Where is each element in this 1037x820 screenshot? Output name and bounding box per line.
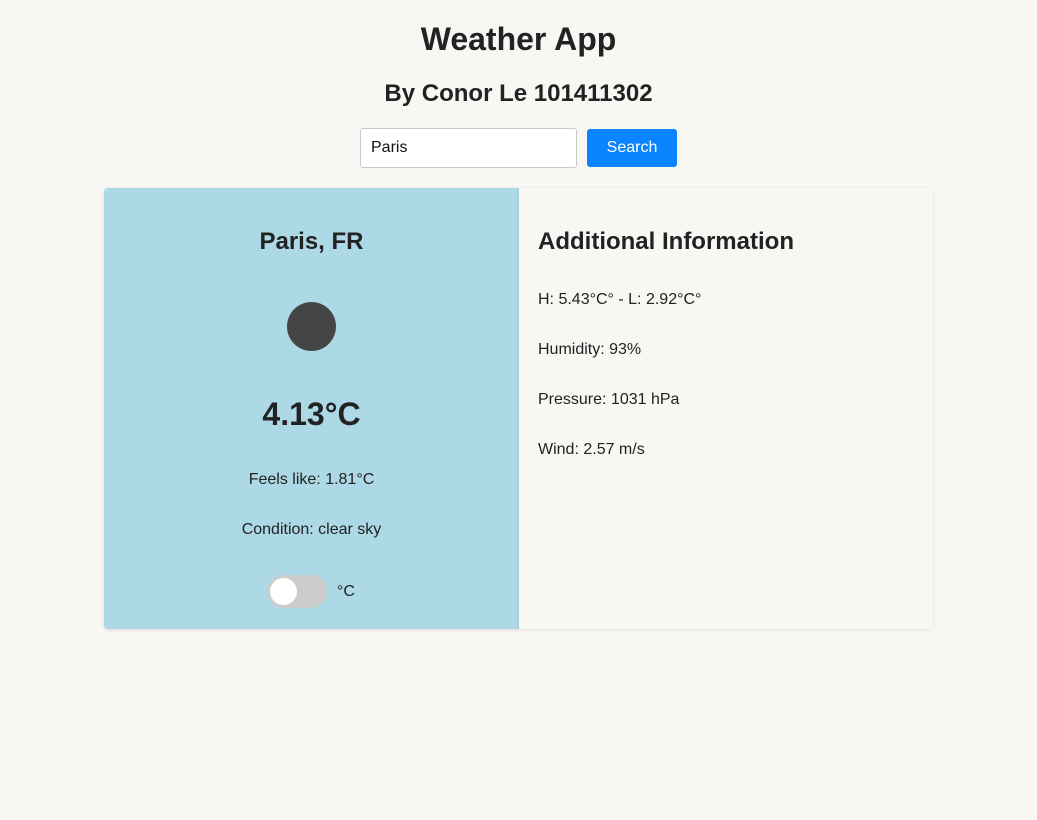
pressure-text: Pressure: 1031 hPa — [538, 391, 680, 408]
unit-label: °C — [337, 582, 355, 600]
search-button[interactable]: Search — [587, 129, 677, 167]
additional-info-title: Additional Information — [538, 228, 794, 255]
weather-app: Weather App By Conor Le 101411302 Search… — [0, 0, 1037, 820]
page-subtitle: By Conor Le 101411302 — [384, 80, 653, 107]
additional-info-card: Additional Information H: 5.43°C° - L: 2… — [519, 188, 933, 629]
unit-switch: °C — [267, 575, 355, 608]
high-low-text: H: 5.43°C° - L: 2.92°C° — [538, 291, 702, 308]
location-name: Paris, FR — [259, 228, 364, 255]
current-temperature: 4.13°C — [262, 396, 361, 432]
feels-like-text: Feels like: 1.81°C — [248, 471, 375, 488]
unit-toggle[interactable] — [267, 575, 327, 608]
weather-cards: Paris, FR 4.13°C Feels like: 1.81°C Cond… — [104, 188, 933, 629]
wind-text: Wind: 2.57 m/s — [538, 441, 645, 458]
humidity-text: Humidity: 93% — [538, 341, 642, 358]
page-title: Weather App — [420, 21, 617, 57]
toggle-knob — [270, 578, 297, 605]
weather-condition-icon — [287, 302, 336, 351]
search-bar: Search — [360, 128, 677, 168]
condition-text: Condition: clear sky — [241, 521, 382, 538]
city-search-input[interactable] — [360, 128, 577, 168]
current-weather-card: Paris, FR 4.13°C Feels like: 1.81°C Cond… — [104, 188, 519, 629]
